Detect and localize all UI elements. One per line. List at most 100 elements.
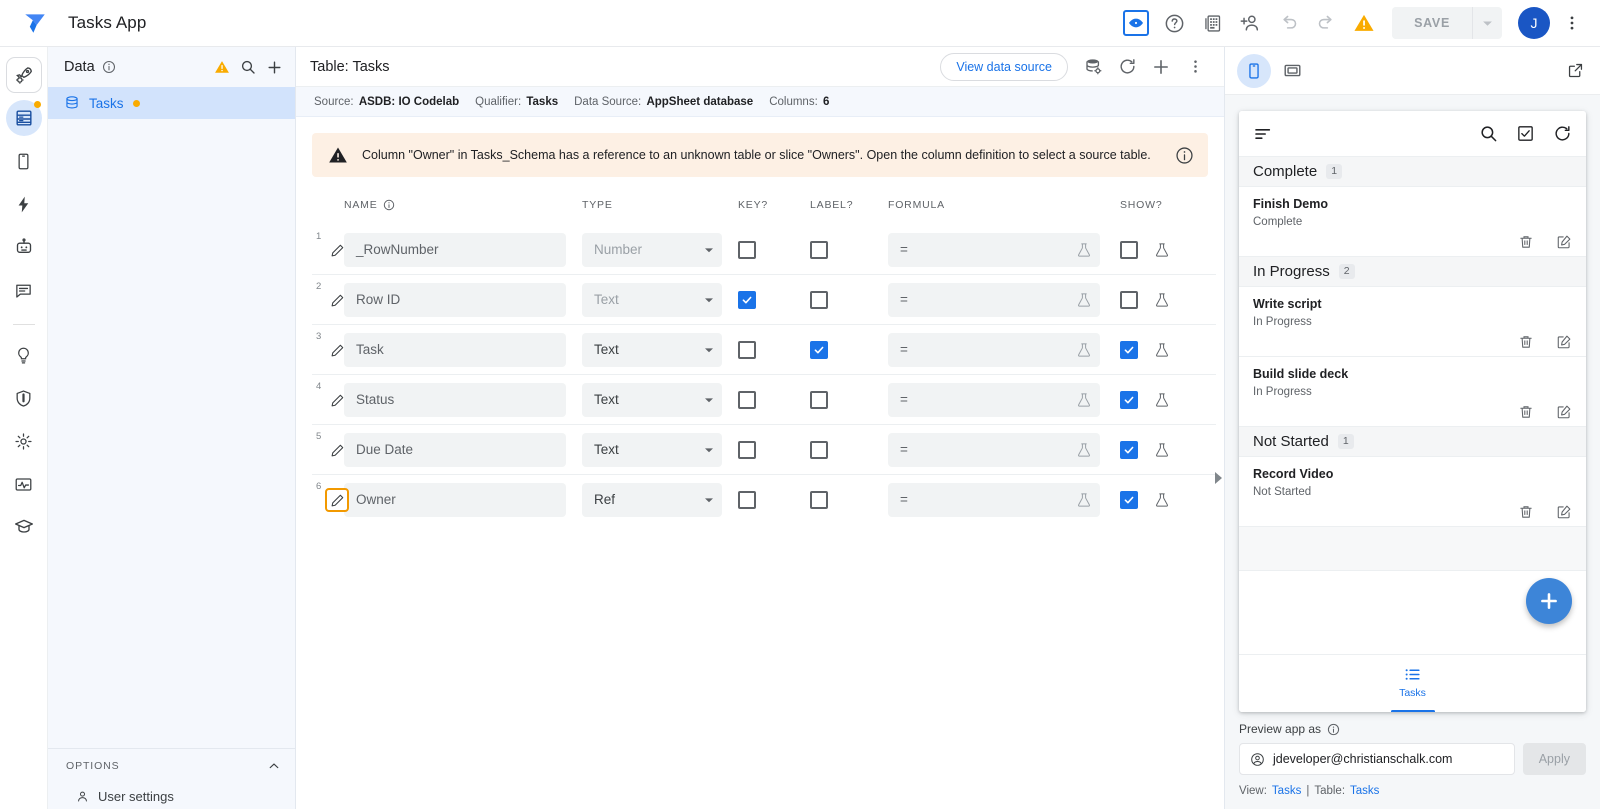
preview-tab-mobile[interactable] xyxy=(1237,54,1271,88)
delete-task-icon[interactable] xyxy=(1518,504,1534,520)
label-checkbox[interactable] xyxy=(810,391,828,409)
column-name-input[interactable]: Due Date xyxy=(344,433,566,467)
column-name-input[interactable]: Task xyxy=(344,333,566,367)
column-name-input[interactable]: Row ID xyxy=(344,283,566,317)
phone-nav-item-tasks[interactable]: Tasks xyxy=(1399,665,1426,703)
rail-item-rocket[interactable] xyxy=(6,57,42,93)
phone-select-icon[interactable] xyxy=(1516,124,1535,143)
formula-flask-icon[interactable] xyxy=(1076,442,1092,458)
options-section-header[interactable]: OPTIONS xyxy=(48,749,295,783)
data-settings-button[interactable] xyxy=(1078,52,1108,82)
edit-column-button[interactable] xyxy=(325,388,349,412)
formula-flask-icon[interactable] xyxy=(1076,242,1092,258)
column-type-select[interactable]: Text xyxy=(582,433,722,467)
delete-task-icon[interactable] xyxy=(1518,334,1534,350)
edit-task-icon[interactable] xyxy=(1556,404,1572,420)
help-button[interactable] xyxy=(1158,7,1190,39)
column-formula-input[interactable]: = xyxy=(888,483,1100,517)
delete-task-icon[interactable] xyxy=(1518,404,1534,420)
app-gallery-button[interactable] xyxy=(1196,7,1228,39)
add-record-fab[interactable] xyxy=(1526,578,1572,624)
task-list-item[interactable]: Build slide deckIn Progress xyxy=(1239,357,1586,427)
show-checkbox[interactable] xyxy=(1120,341,1138,359)
collapse-preview-handle[interactable] xyxy=(1215,472,1222,484)
edit-task-icon[interactable] xyxy=(1556,504,1572,520)
label-checkbox[interactable] xyxy=(810,441,828,459)
search-icon[interactable] xyxy=(240,59,256,75)
preview-tab-desktop[interactable] xyxy=(1275,54,1309,88)
label-checkbox[interactable] xyxy=(810,291,828,309)
formula-flask-icon[interactable] xyxy=(1076,292,1092,308)
sort-menu-icon[interactable] xyxy=(1253,124,1273,144)
show-flask-icon[interactable] xyxy=(1154,442,1170,458)
view-data-source-button[interactable]: View data source xyxy=(940,53,1068,81)
key-checkbox[interactable] xyxy=(738,241,756,259)
edit-column-button[interactable] xyxy=(325,438,349,462)
info-icon[interactable] xyxy=(1327,723,1340,736)
add-column-button[interactable] xyxy=(1146,52,1176,82)
edit-task-icon[interactable] xyxy=(1556,234,1572,250)
task-list-item[interactable]: Record VideoNot Started xyxy=(1239,457,1586,527)
label-checkbox[interactable] xyxy=(810,491,828,509)
preview-eye-button[interactable] xyxy=(1120,7,1152,39)
formula-flask-icon[interactable] xyxy=(1076,342,1092,358)
key-checkbox[interactable] xyxy=(738,441,756,459)
delete-task-icon[interactable] xyxy=(1518,234,1534,250)
column-type-select[interactable]: Number xyxy=(582,233,722,267)
label-checkbox[interactable] xyxy=(810,341,828,359)
rail-item-data[interactable] xyxy=(6,100,42,136)
warnings-button[interactable] xyxy=(1348,7,1380,39)
chevron-up-icon[interactable] xyxy=(267,759,281,773)
rail-item-monitor[interactable] xyxy=(6,466,42,502)
column-formula-input[interactable]: = xyxy=(888,233,1100,267)
label-checkbox[interactable] xyxy=(810,241,828,259)
column-type-select[interactable]: Ref xyxy=(582,483,722,517)
rail-item-intelligence[interactable] xyxy=(6,337,42,373)
avatar[interactable]: J xyxy=(1518,7,1550,39)
top-bar-more-button[interactable] xyxy=(1556,7,1588,39)
regenerate-button[interactable] xyxy=(1112,52,1142,82)
formula-flask-icon[interactable] xyxy=(1076,492,1092,508)
data-warning-icon[interactable] xyxy=(214,59,230,75)
preview-email-field[interactable]: jdeveloper@christianschalk.com xyxy=(1239,743,1515,775)
show-flask-icon[interactable] xyxy=(1154,292,1170,308)
key-checkbox[interactable] xyxy=(738,391,756,409)
sidebar-item-tasks[interactable]: Tasks xyxy=(48,87,295,119)
edit-column-button[interactable] xyxy=(325,238,349,262)
key-checkbox[interactable] xyxy=(738,341,756,359)
rail-item-automation[interactable] xyxy=(6,186,42,222)
column-name-input[interactable]: Owner xyxy=(344,483,566,517)
column-name-input[interactable]: _RowNumber xyxy=(344,233,566,267)
info-icon[interactable] xyxy=(102,60,116,74)
rail-item-app[interactable] xyxy=(6,143,42,179)
task-list-item[interactable]: Write scriptIn Progress xyxy=(1239,287,1586,357)
apply-button[interactable]: Apply xyxy=(1523,743,1586,775)
formula-flask-icon[interactable] xyxy=(1076,392,1092,408)
edit-column-button[interactable] xyxy=(325,338,349,362)
edit-column-button[interactable] xyxy=(325,488,349,512)
show-flask-icon[interactable] xyxy=(1154,242,1170,258)
column-name-input[interactable]: Status xyxy=(344,383,566,417)
rail-item-chat[interactable] xyxy=(6,272,42,308)
phone-refresh-icon[interactable] xyxy=(1553,124,1572,143)
save-dropdown-button[interactable] xyxy=(1472,7,1502,39)
save-button[interactable]: SAVE xyxy=(1392,7,1472,39)
show-flask-icon[interactable] xyxy=(1154,492,1170,508)
edit-task-icon[interactable] xyxy=(1556,334,1572,350)
key-checkbox[interactable] xyxy=(738,491,756,509)
info-circle-icon[interactable] xyxy=(1175,146,1194,165)
show-checkbox[interactable] xyxy=(1120,441,1138,459)
edit-column-button[interactable] xyxy=(325,288,349,312)
phone-search-icon[interactable] xyxy=(1479,124,1498,143)
show-checkbox[interactable] xyxy=(1120,291,1138,309)
view-link[interactable]: Tasks xyxy=(1272,785,1301,797)
rail-item-security[interactable] xyxy=(6,380,42,416)
share-button[interactable] xyxy=(1234,7,1266,39)
column-type-select[interactable]: Text xyxy=(582,333,722,367)
column-type-select[interactable]: Text xyxy=(582,383,722,417)
appsheet-logo-icon[interactable] xyxy=(18,6,52,40)
show-flask-icon[interactable] xyxy=(1154,392,1170,408)
key-checkbox[interactable] xyxy=(738,291,756,309)
rail-item-learn[interactable] xyxy=(6,509,42,545)
name-info-icon[interactable] xyxy=(383,199,395,211)
